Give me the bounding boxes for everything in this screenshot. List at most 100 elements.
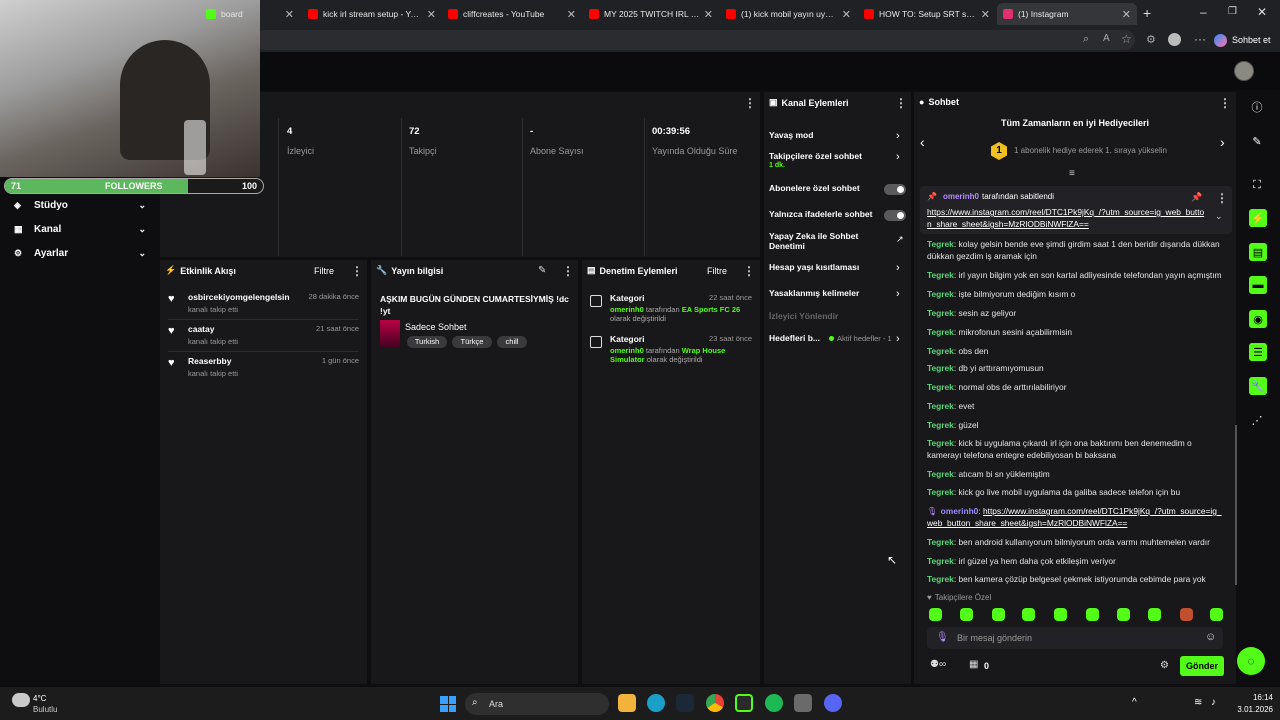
emote-icon[interactable]: [1022, 608, 1035, 621]
chat-username[interactable]: Tegrek: [927, 469, 954, 479]
chat-username[interactable]: Tegrek: [927, 438, 954, 448]
points-store-icon[interactable]: ▦: [969, 659, 978, 670]
user-avatar[interactable]: [1234, 61, 1254, 81]
chat-settings-icon[interactable]: ⚙: [1160, 660, 1169, 671]
activity-filter-button[interactable]: Filtre: [314, 266, 334, 276]
tray-wifi-icon[interactable]: ≋: [1194, 697, 1202, 708]
edge-icon[interactable]: [647, 694, 665, 712]
chat-username[interactable]: Tegrek: [927, 382, 954, 392]
tab-close-icon[interactable]: ✕: [842, 8, 851, 21]
tab-close-icon[interactable]: ✕: [285, 8, 294, 21]
share-icon[interactable]: ⋰: [1247, 410, 1267, 430]
chat-username[interactable]: Tegrek: [927, 327, 954, 337]
emote-icon[interactable]: [1054, 608, 1067, 621]
pinned-menu-icon[interactable]: ⋮: [1216, 191, 1228, 205]
browser-tab[interactable]: kick irl stream setup - YouTu ✕: [302, 3, 442, 25]
tray-chevron-icon[interactable]: ^: [1132, 697, 1137, 708]
notes-icon[interactable]: ▤: [1249, 243, 1267, 261]
emote-icon[interactable]: [929, 608, 942, 621]
clock-time[interactable]: 16:14: [1233, 693, 1273, 702]
tab-close-icon[interactable]: ✕: [1122, 8, 1131, 21]
sidebar-item[interactable]: ◈ Stüdyo ⌄: [14, 197, 146, 213]
taskbar-search[interactable]: [465, 693, 609, 715]
quick-actions-icon[interactable]: ⚡: [1249, 209, 1267, 227]
emote-icon[interactable]: [992, 608, 1005, 621]
file-explorer-icon[interactable]: [618, 694, 636, 712]
activity-user[interactable]: Reaserbby: [188, 356, 231, 366]
browser-menu-icon[interactable]: ···: [1194, 32, 1206, 46]
tab-close-icon[interactable]: ✕: [567, 8, 576, 21]
toggle-switch[interactable]: [884, 184, 906, 195]
browser-tab[interactable]: HOW TO: Setup SRT stream ✕: [858, 3, 996, 25]
sidebar-item[interactable]: ⚙ Ayarlar ⌄: [14, 245, 146, 261]
profile-avatar[interactable]: [1168, 33, 1181, 46]
moderation-item-user[interactable]: omerinh0: [610, 346, 644, 355]
tab-close-icon[interactable]: ✕: [704, 8, 713, 21]
game-app-icon[interactable]: [794, 694, 812, 712]
emote-icon[interactable]: [1086, 608, 1099, 621]
emote-icon[interactable]: [1180, 608, 1193, 621]
search-in-page-icon[interactable]: ⌕: [1083, 33, 1089, 46]
weather-icon[interactable]: [12, 693, 30, 707]
kick-app-icon[interactable]: [735, 694, 753, 712]
steam-icon[interactable]: [676, 694, 694, 712]
pinned-link[interactable]: https://www.instagram.com/reel/DTC1Pk9jK…: [927, 206, 1207, 230]
tray-volume-icon[interactable]: ♪: [1211, 697, 1216, 708]
spotify-icon[interactable]: [765, 694, 783, 712]
tag-chip[interactable]: Turkish: [407, 336, 447, 348]
start-button[interactable]: [440, 696, 456, 712]
new-tab-button[interactable]: +: [1143, 5, 1151, 21]
emote-icon[interactable]: [1117, 608, 1130, 621]
chat-username[interactable]: Tegrek: [927, 487, 954, 497]
chat-username[interactable]: Tegrek: [927, 420, 954, 430]
stats-menu-icon[interactable]: ⋮: [744, 96, 756, 110]
tag-chip[interactable]: chill: [497, 336, 527, 348]
pinned-expand-icon[interactable]: ⌄: [1215, 211, 1223, 222]
broadcast-icon[interactable]: ◉: [1249, 310, 1267, 328]
emote-icon[interactable]: [960, 608, 973, 621]
layout-icon[interactable]: ☰: [1249, 343, 1267, 361]
chat-username[interactable]: Tegrek: [927, 401, 954, 411]
chat-rail-icon[interactable]: ▬: [1249, 276, 1267, 294]
browser-tab[interactable]: cliffcreates - YouTube ✕: [442, 3, 582, 25]
chat-users-icon[interactable]: ⚉∞: [930, 659, 946, 670]
moderation-filter-button[interactable]: Filtre: [707, 266, 727, 276]
toggle-switch[interactable]: [884, 210, 906, 221]
close-window-button[interactable]: ✕: [1257, 5, 1267, 19]
tab-close-icon[interactable]: ✕: [427, 8, 436, 21]
fullscreen-icon[interactable]: ⛶: [1247, 175, 1267, 195]
chat-username[interactable]: Tegrek: [927, 574, 954, 584]
edit-pencil-icon[interactable]: ✎: [538, 265, 546, 276]
url-field[interactable]: [255, 30, 1135, 50]
clock-date[interactable]: 3.01.2026: [1228, 705, 1273, 714]
tag-chip[interactable]: Türkçe: [452, 336, 492, 348]
emoji-picker-icon[interactable]: ☺: [1205, 631, 1216, 643]
chat-username[interactable]: Tegrek: [927, 363, 954, 373]
extensions-icon[interactable]: ⚙: [1146, 33, 1156, 46]
chat-username[interactable]: Tegrek: [927, 270, 954, 280]
chat-collapse-icon[interactable]: ≡: [1069, 168, 1075, 179]
chat-username[interactable]: Tegrek: [927, 346, 954, 356]
chat-username[interactable]: Tegrek: [927, 308, 954, 318]
chrome-icon[interactable]: [706, 694, 724, 712]
minimize-button[interactable]: –: [1200, 5, 1207, 19]
gifters-prev-arrow[interactable]: ‹: [920, 134, 925, 150]
chat-menu-icon[interactable]: ⋮: [1219, 96, 1231, 110]
chat-username[interactable]: Tegrek: [927, 289, 954, 299]
activity-user[interactable]: osbircekiyomgelengelsin: [188, 292, 290, 302]
favorite-star-icon[interactable]: ☆: [1121, 32, 1132, 46]
activity-user[interactable]: caatay: [188, 324, 214, 334]
browser-tab[interactable]: board ✕: [200, 3, 300, 25]
chat-username[interactable]: Tegrek: [927, 239, 954, 249]
edit-icon[interactable]: ✎: [1247, 131, 1267, 151]
stream-info-menu-icon[interactable]: ⋮: [562, 264, 574, 278]
unpin-icon[interactable]: 📌: [1191, 192, 1202, 203]
activity-menu-icon[interactable]: ⋮: [351, 264, 363, 278]
info-icon[interactable]: ⓘ: [1247, 97, 1267, 117]
support-chat-button[interactable]: ◌: [1237, 647, 1265, 675]
chat-username[interactable]: Tegrek: [927, 537, 954, 547]
gifters-next-arrow[interactable]: ›: [1220, 134, 1225, 150]
discord-icon[interactable]: [824, 694, 842, 712]
chat-scrollbar[interactable]: [1235, 425, 1237, 585]
read-aloud-icon[interactable]: A: [1103, 33, 1110, 44]
